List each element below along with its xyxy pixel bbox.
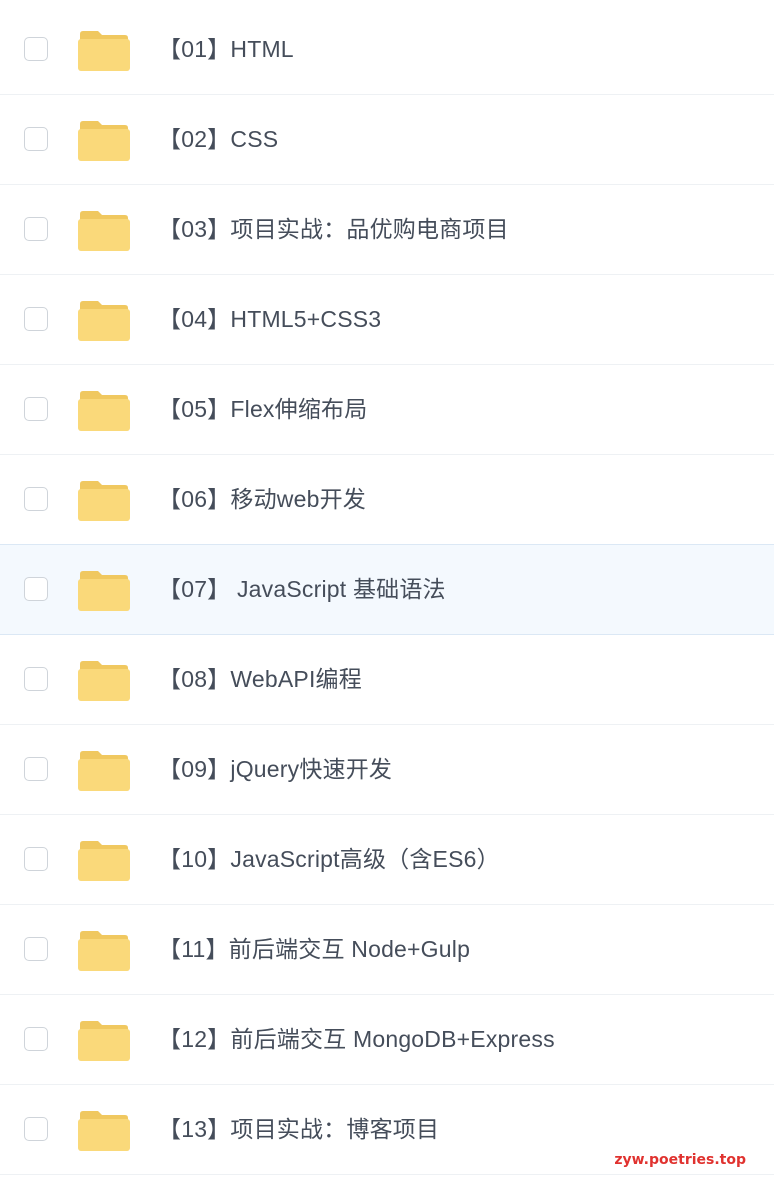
checkbox-icon[interactable] <box>24 127 48 151</box>
checkbox-icon[interactable] <box>24 847 48 871</box>
folder-row[interactable]: 【03】项目实战：品优购电商项目 <box>0 185 774 275</box>
folder-row[interactable]: 【05】Flex伸缩布局 <box>0 365 774 455</box>
folder-icon <box>78 839 130 881</box>
checkbox-icon[interactable] <box>24 1117 48 1141</box>
folder-row[interactable]: 【08】WebAPI编程 <box>0 635 774 725</box>
checkbox-icon[interactable] <box>24 217 48 241</box>
folder-icon <box>78 479 130 521</box>
folder-name[interactable]: 【05】Flex伸缩布局 <box>158 365 367 454</box>
folder-name[interactable]: 【08】WebAPI编程 <box>158 635 362 724</box>
folder-icon <box>78 299 130 341</box>
folder-name[interactable]: 【12】前后端交互 MongoDB+Express <box>158 995 555 1084</box>
folder-icon <box>78 29 130 71</box>
checkbox-icon[interactable] <box>24 937 48 961</box>
folder-icon <box>78 569 130 611</box>
folder-row[interactable]: 【09】jQuery快速开发 <box>0 725 774 815</box>
folder-row[interactable]: 【10】JavaScript高级（含ES6） <box>0 815 774 905</box>
folder-row[interactable]: 【01】HTML <box>0 5 774 95</box>
folder-name[interactable]: 【03】项目实战：品优购电商项目 <box>158 185 509 274</box>
folder-row-highlighted[interactable]: 【07】 JavaScript 基础语法 <box>0 544 774 635</box>
checkbox-icon[interactable] <box>24 577 48 601</box>
checkbox-icon[interactable] <box>24 307 48 331</box>
folder-icon <box>78 119 130 161</box>
checkbox-icon[interactable] <box>24 1027 48 1051</box>
checkbox-icon[interactable] <box>24 757 48 781</box>
folder-row[interactable]: 【11】前后端交互 Node+Gulp <box>0 905 774 995</box>
folder-row[interactable]: 【12】前后端交互 MongoDB+Express <box>0 995 774 1085</box>
checkbox-icon[interactable] <box>24 487 48 511</box>
folder-name[interactable]: 【04】HTML5+CSS3 <box>158 275 381 364</box>
folder-name[interactable]: 【11】前后端交互 Node+Gulp <box>158 905 470 994</box>
folder-icon <box>78 929 130 971</box>
folder-row[interactable]: 【02】CSS <box>0 95 774 185</box>
folder-icon <box>78 749 130 791</box>
watermark: zyw.poetries.top <box>614 1152 746 1168</box>
folder-icon <box>78 1109 130 1151</box>
folder-icon <box>78 209 130 251</box>
folder-row[interactable]: 【04】HTML5+CSS3 <box>0 275 774 365</box>
checkbox-icon[interactable] <box>24 37 48 61</box>
checkbox-icon[interactable] <box>24 667 48 691</box>
checkbox-icon[interactable] <box>24 397 48 421</box>
folder-name[interactable]: 【13】项目实战：博客项目 <box>158 1085 439 1174</box>
folder-name[interactable]: 【07】 JavaScript 基础语法 <box>158 545 446 634</box>
folder-name[interactable]: 【02】CSS <box>158 95 278 184</box>
folder-icon <box>78 1019 130 1061</box>
folder-name[interactable]: 【10】JavaScript高级（含ES6） <box>158 815 500 904</box>
folder-name[interactable]: 【01】HTML <box>158 5 294 94</box>
folder-icon <box>78 389 130 431</box>
folder-name[interactable]: 【09】jQuery快速开发 <box>158 725 392 814</box>
folder-icon <box>78 659 130 701</box>
folder-name[interactable]: 【06】移动web开发 <box>158 455 366 544</box>
folder-row[interactable]: 【06】移动web开发 <box>0 455 774 545</box>
folder-list: 【01】HTML 【02】CSS 【03】项目实战：品优购电商项目 【04】HT… <box>0 5 774 1175</box>
